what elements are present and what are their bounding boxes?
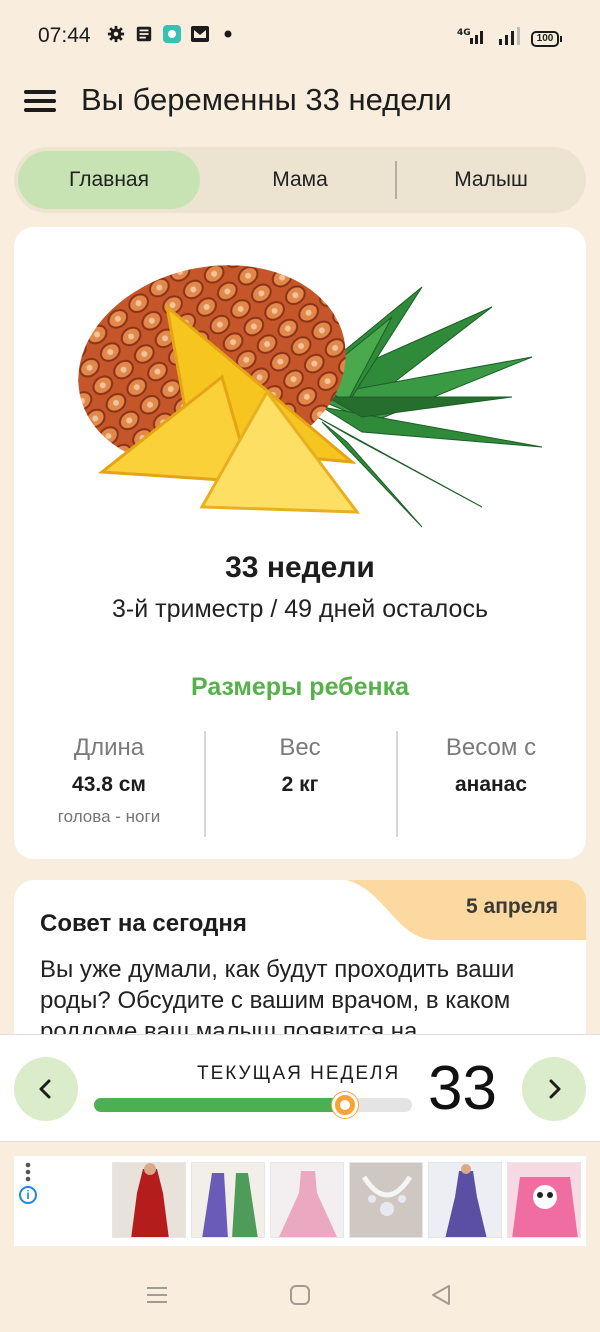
battery-level: 100 — [531, 30, 559, 47]
ad-product-thumbnail[interactable] — [507, 1162, 581, 1238]
stat-value: 43.8 см — [72, 773, 146, 796]
tip-title: Совет на сегодня — [40, 910, 247, 937]
stat-weight: Вес 2 кг — [205, 731, 395, 829]
stat-value: ананас — [454, 773, 528, 796]
pineapple-illustration — [78, 265, 543, 528]
app-notification-icon — [162, 24, 182, 44]
signal-icon — [497, 27, 521, 50]
next-week-button[interactable] — [522, 1057, 586, 1121]
ad-product-thumbnail[interactable] — [428, 1162, 502, 1238]
stat-note — [396, 805, 586, 829]
week-card: 33 недели 3-й триместр / 49 дней осталос… — [14, 227, 586, 859]
chevron-left-icon — [39, 1079, 51, 1099]
stat-note: голова - ноги — [57, 807, 161, 826]
more-notifications-dot-icon — [218, 24, 238, 44]
back-icon[interactable] — [430, 1284, 452, 1306]
stat-value: 2 кг — [281, 773, 319, 796]
stat-label: Длина — [73, 734, 145, 761]
svg-text:4G: 4G — [457, 28, 471, 38]
ad-info-icon[interactable]: i — [19, 1186, 37, 1204]
tip-date: 5 апреля — [466, 895, 558, 918]
week-progress-slider[interactable] — [94, 1092, 412, 1118]
tab-baby[interactable]: Малыш — [400, 151, 582, 209]
ad-banner[interactable]: i — [14, 1156, 586, 1246]
home-icon[interactable] — [289, 1284, 311, 1306]
pineapple-leaves — [310, 286, 543, 528]
section-tabs: Главная Мама Малыш — [14, 147, 586, 213]
status-bar: 07:44 4G 100 — [0, 0, 600, 72]
stat-label: Весом с — [445, 734, 537, 761]
mail-icon — [190, 24, 210, 44]
current-week-number: 33 — [428, 1054, 497, 1123]
app-bar: Вы беременны 33 недели — [0, 72, 600, 132]
tab-mom[interactable]: Мама — [210, 151, 390, 209]
system-nav-bar — [0, 1260, 600, 1332]
page-title: Вы беременны 33 недели — [81, 82, 452, 117]
baby-size-heading: Размеры ребенка — [190, 673, 410, 701]
signal-4g-icon: 4G — [457, 26, 487, 51]
news-icon — [134, 24, 154, 44]
recent-apps-icon[interactable] — [146, 1284, 168, 1306]
tab-home[interactable]: Главная — [18, 151, 200, 209]
settings-gear-icon — [106, 24, 126, 44]
system-indicators: 4G 100 — [457, 26, 562, 51]
notification-icons — [106, 24, 238, 44]
chevron-right-icon — [549, 1079, 561, 1099]
ad-product-thumbnail[interactable] — [112, 1162, 186, 1238]
status-time: 07:44 — [38, 24, 91, 47]
stat-note — [205, 805, 395, 829]
week-selector: ТЕКУЩАЯ НЕДЕЛЯ 33 — [0, 1034, 600, 1142]
week-title: 33 недели — [225, 551, 375, 584]
battery-icon: 100 — [531, 30, 562, 47]
stat-compare: Весом с ананас — [396, 731, 586, 829]
stat-label: Вес — [279, 734, 321, 761]
hamburger-menu-icon[interactable] — [24, 88, 56, 114]
ad-product-thumbnail[interactable] — [191, 1162, 265, 1238]
prev-week-button[interactable] — [14, 1057, 78, 1121]
trimester-subtitle: 3-й триместр / 49 дней осталось — [112, 595, 488, 623]
tab-divider — [395, 161, 397, 199]
week-slider-knob[interactable] — [332, 1092, 359, 1118]
stat-length: Длина 43.8 см голова - ноги — [14, 731, 204, 829]
ad-product-thumbnail[interactable] — [349, 1162, 423, 1238]
week-progress-fill — [94, 1098, 346, 1112]
current-week-label: ТЕКУЩАЯ НЕДЕЛЯ — [197, 1063, 401, 1084]
ad-product-thumbnail[interactable] — [270, 1162, 344, 1238]
ad-options-icon[interactable] — [24, 1162, 32, 1184]
